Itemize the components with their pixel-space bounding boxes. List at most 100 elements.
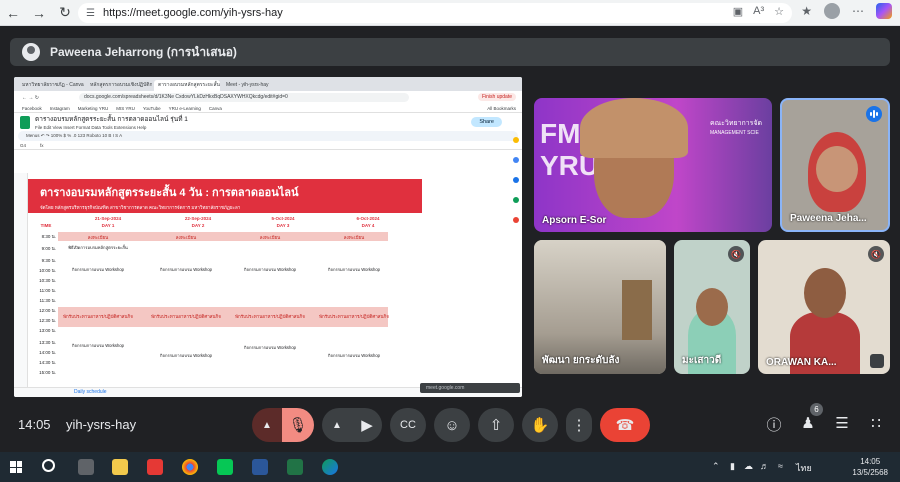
meet-control-bar: 14:05 yih-ysrs-hay ▲ 🎙 ▲ ▶ CC ☺ ⇧ ✋ ⋮ ☎ …: [0, 400, 900, 448]
read-aloud-icon[interactable]: A³: [753, 5, 764, 18]
copilot-icon[interactable]: [876, 3, 892, 19]
clock-time: 14:05: [860, 457, 881, 466]
sheet-menus: File Edit View Insert Format Data Tools …: [35, 125, 147, 130]
faculty-thai-text: คณะวิทยาการจัด: [710, 120, 763, 127]
time-column: 8:30 น. 9:00 น. 9:30 น. 10:00 น. 10:30 น…: [28, 231, 58, 381]
time-slot: 14:30 น.: [39, 360, 56, 365]
schedule-subtitle: จัดโดย หลักสูตรบริหารธุรกิจบัณฑิต สาขาวิ…: [40, 205, 241, 210]
favorites-icon[interactable]: ★: [801, 4, 812, 18]
participant-name: Apsorn E-Sor: [542, 215, 607, 226]
shared-nav-icons: ← → ↻: [22, 94, 39, 101]
forward-icon[interactable]: →: [26, 0, 52, 26]
mic-options-button[interactable]: ▲: [252, 408, 282, 442]
show-hidden-icons[interactable]: ⌃: [712, 461, 720, 472]
search-icon[interactable]: [42, 459, 55, 472]
day-label: DAY 4: [361, 223, 375, 228]
camera-toggle-button[interactable]: ▶: [352, 408, 382, 442]
sheet-formula-bar: G4 fx: [14, 141, 522, 150]
schedule-date-row: 21-Sep-2024 22-Sep-2024 5-Oct-2024 6-Oct…: [28, 215, 422, 229]
windows-taskbar: ⌃ ▮ ☁ ♬ ≈ ไทย 14:05 13/5/2568: [0, 452, 900, 482]
leave-call-button[interactable]: ☎: [600, 408, 650, 442]
wifi-icon[interactable]: ≈: [778, 461, 783, 471]
chrome-icon[interactable]: [182, 459, 198, 475]
day-date: 5-Oct-2024: [271, 216, 295, 221]
reload-icon[interactable]: ↻: [52, 0, 78, 26]
schedule-banner: ตารางอบรมหลักสูตรระยะสั้น 4 วัน : การตลา…: [28, 179, 422, 213]
mic-toggle-button[interactable]: 🎙: [282, 408, 314, 442]
participant-name: ORAWAN KA...: [766, 357, 837, 368]
meeting-code: yih-ysrs-hay: [66, 417, 137, 432]
file-explorer-icon[interactable]: [112, 459, 128, 475]
row-number-column: [14, 173, 28, 387]
calendar-icon: [513, 137, 519, 143]
pip-icon[interactable]: [870, 354, 884, 368]
system-clock[interactable]: 14:05 13/5/2568: [852, 456, 888, 478]
edge-icon[interactable]: [322, 459, 338, 475]
line-icon[interactable]: [217, 459, 233, 475]
lunch-cell: พักรับประทานอาหาร/ปฏิบัติศาสนกิจ: [63, 314, 133, 319]
shared-screen: มหาวิทยาลัยราชภัฏ - Canva หลักสูตรการอบร…: [14, 77, 522, 397]
profile-avatar[interactable]: [824, 3, 840, 19]
time-slot: 13:00 น.: [39, 328, 56, 333]
onedrive-icon[interactable]: ☁: [744, 461, 753, 472]
more-options-button[interactable]: ⋮: [566, 408, 592, 442]
activities-icon[interactable]: ∷: [865, 414, 887, 432]
tasks-icon: [513, 177, 519, 183]
keep-icon: [513, 157, 519, 163]
present-button[interactable]: ⇧: [478, 408, 514, 442]
people-icon[interactable]: ♟: [797, 414, 819, 432]
word-icon[interactable]: [252, 459, 268, 475]
time-slot: 15:00 น.: [39, 370, 56, 375]
bookmark: Canva: [208, 105, 222, 111]
battery-icon[interactable]: ▮: [730, 461, 735, 472]
lunch-cell: พักรับประทานอาหาร/ปฏิบัติศาสนกิจ: [235, 314, 305, 319]
time-slot: 13:30 น.: [39, 340, 56, 345]
favorite-star-icon[interactable]: ☆: [774, 5, 784, 18]
background-cabinet: [622, 280, 652, 340]
raise-hand-button[interactable]: ✋: [522, 408, 558, 442]
input-language[interactable]: ไทย: [796, 461, 812, 475]
site-info-icon[interactable]: ☰: [86, 8, 95, 19]
participant-tile-masaowadee[interactable]: 🔇 มะเสาวดี: [674, 240, 750, 374]
register-cell: ลงทะเบียน: [259, 235, 281, 240]
meeting-info-icon[interactable]: ⓘ: [763, 414, 785, 435]
day1-workshop: กิจกรรมการอบรม Workshop: [71, 267, 125, 272]
shared-bookmarks-bar: Facebook Instagram Marketing YRU MIS YRU…: [14, 104, 522, 113]
bookmark: MIS YRU: [116, 105, 135, 111]
acrobat-icon[interactable]: [147, 459, 163, 475]
shared-tab-strip: มหาวิทยาลัยราชภัฏ - Canva หลักสูตรการอบร…: [14, 77, 522, 91]
shared-update-button: Finish update: [477, 93, 516, 101]
day-date: 21-Sep-2024: [94, 216, 122, 221]
time-slot: 8:30 น.: [41, 234, 56, 239]
more-menu-icon[interactable]: ⋯: [852, 4, 864, 18]
time-slot: 11:00 น.: [39, 288, 56, 293]
participant-tile-paweena[interactable]: Paweena Jeha...: [780, 98, 890, 232]
day-date: 22-Sep-2024: [184, 216, 212, 221]
clock-date: 13/5/2568: [852, 468, 888, 477]
reactions-button[interactable]: ☺: [434, 408, 470, 442]
address-bar[interactable]: ☰ https://meet.google.com/yih-ysrs-hay ▣…: [78, 3, 792, 23]
sheets-logo-icon: [20, 115, 30, 129]
bookmark: YRU e-Learning: [168, 105, 201, 111]
time-slot: 12:30 น.: [39, 318, 56, 323]
camera-options-button[interactable]: ▲: [322, 408, 352, 442]
windows-start-icon[interactable]: [10, 461, 22, 473]
participant-tile-apsorn[interactable]: FMS YRU คณะวิทยาการจัด MANAGEMENT SCIE A…: [534, 98, 772, 232]
sheets-title-row: ตารางอบรมหลักสูตรระยะสั้น การตลาดออนไลน์…: [14, 113, 522, 131]
back-icon[interactable]: ←: [0, 0, 26, 26]
participant-tile-phatthana[interactable]: พัฒนา ยกระดับลัง: [534, 240, 666, 374]
captions-button[interactable]: CC: [390, 408, 426, 442]
addons-icon: [513, 217, 519, 223]
participant-name: Paweena Jeha...: [790, 213, 867, 224]
task-view-icon[interactable]: [78, 459, 94, 475]
shared-tab: มหาวิทยาลัยราชภัฏ - Canva: [22, 82, 84, 88]
people-count-badge: 6: [810, 403, 823, 416]
day-date: 6-Oct-2024: [356, 216, 380, 221]
chat-icon[interactable]: ☰: [831, 414, 853, 432]
camera-indicator-icon[interactable]: ▣: [733, 5, 743, 18]
bookmark: YouTube: [142, 105, 161, 111]
excel-icon[interactable]: [287, 459, 303, 475]
participant-tile-orawan[interactable]: 🔇 ORAWAN KA...: [758, 240, 890, 374]
time-slot: 14:00 น.: [39, 350, 56, 355]
volume-icon[interactable]: ♬: [760, 461, 769, 471]
